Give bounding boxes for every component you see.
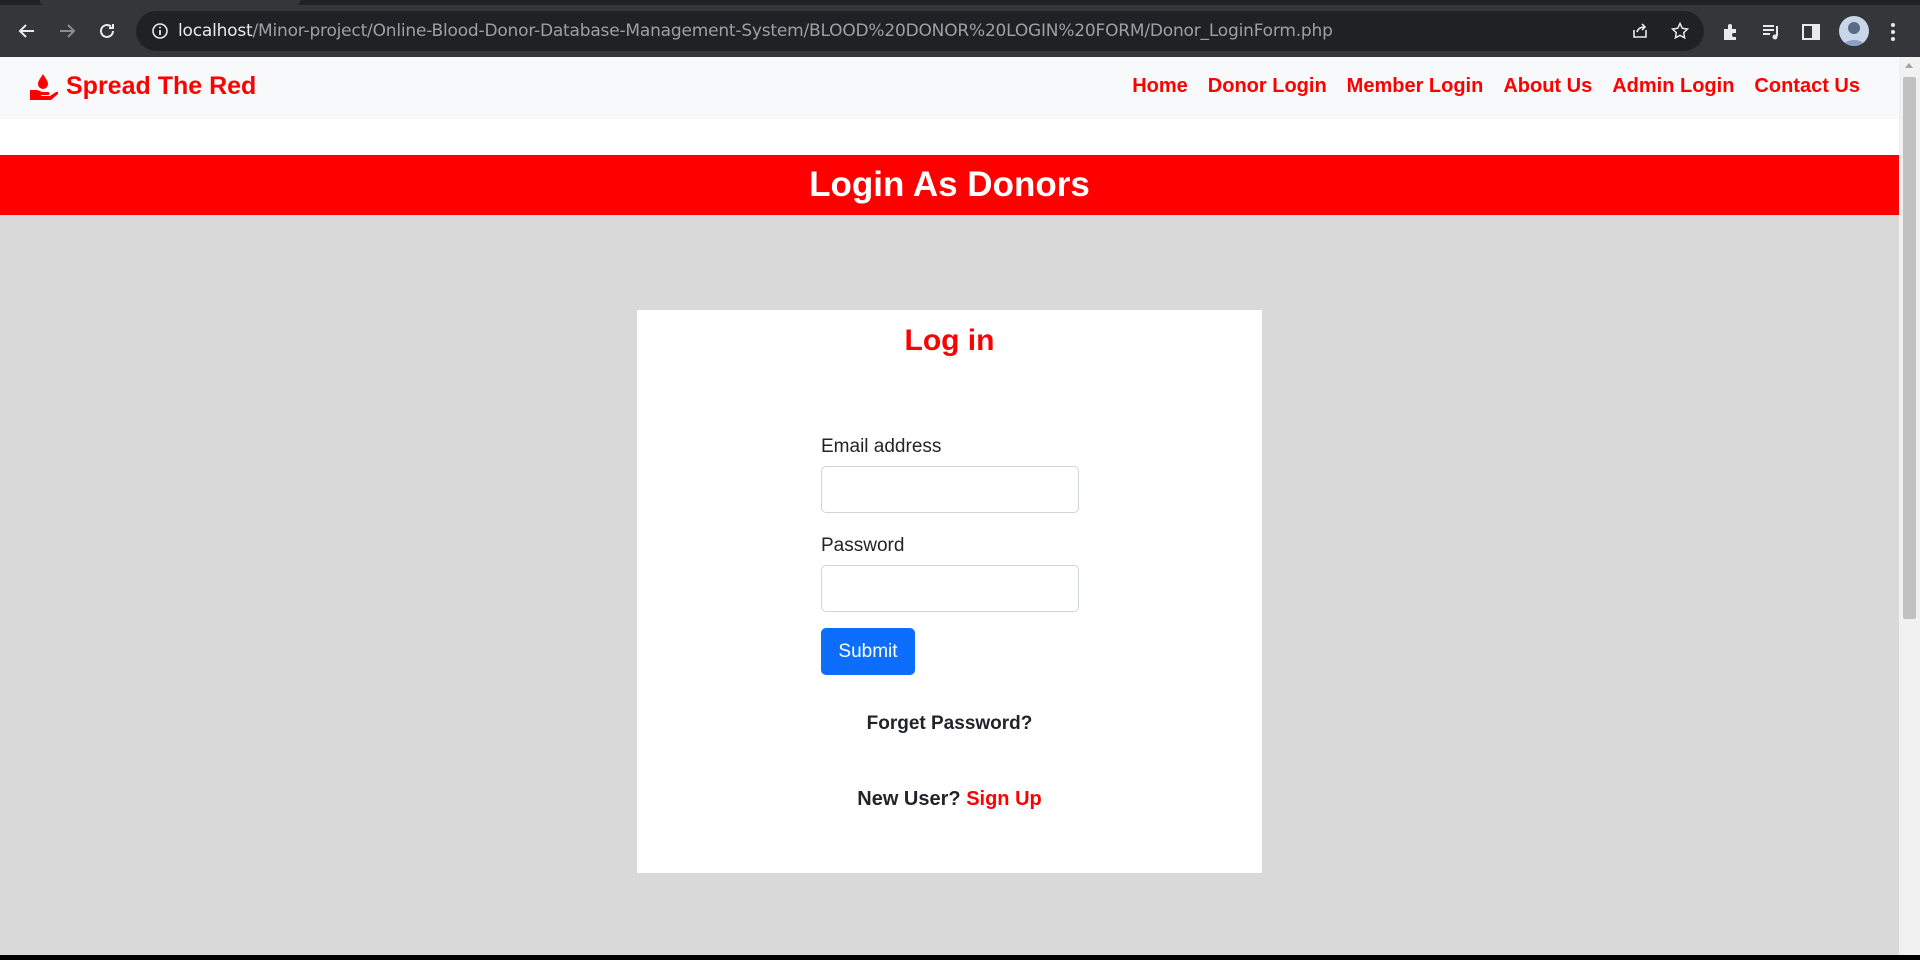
media-queue-icon[interactable] <box>1760 21 1782 43</box>
arrow-right-icon <box>60 24 76 38</box>
url-host: localhost <box>178 21 253 41</box>
navbar-spacer <box>0 119 1899 155</box>
nav-links: Home Donor Login Member Login About Us A… <box>1132 75 1860 98</box>
site-navbar: Spread The Red Home Donor Login Member L… <box>0 57 1899 119</box>
page-banner: Login As Donors <box>0 155 1899 215</box>
browser-toolbar: localhost/Minor-project/Online-Blood-Don… <box>0 5 1920 57</box>
nav-home[interactable]: Home <box>1132 75 1188 98</box>
password-field[interactable] <box>821 565 1079 612</box>
login-heading: Log in <box>904 324 995 357</box>
more-menu-icon[interactable] <box>1882 21 1904 43</box>
nav-about-us[interactable]: About Us <box>1503 75 1592 98</box>
window-bottom-edge <box>0 955 1920 960</box>
avatar-icon <box>1843 22 1865 46</box>
share-icon[interactable] <box>1630 21 1650 41</box>
login-card: Log in Email address Password Submit For… <box>637 310 1262 873</box>
brand-link[interactable]: Spread The Red <box>28 72 256 101</box>
address-bar[interactable]: localhost/Minor-project/Online-Blood-Don… <box>136 11 1704 51</box>
extensions-icon[interactable] <box>1720 21 1742 43</box>
new-user-row: New User? Sign Up <box>637 788 1262 811</box>
reload-icon <box>100 23 114 38</box>
submit-button[interactable]: Submit <box>821 628 915 675</box>
url-text[interactable]: localhost/Minor-project/Online-Blood-Don… <box>178 21 1333 41</box>
side-panel-icon[interactable] <box>1800 21 1822 43</box>
forget-password-link[interactable]: Forget Password? <box>637 713 1262 735</box>
login-form: Email address Password Submit <box>821 436 1081 675</box>
password-group: Password <box>821 535 1081 612</box>
star-icon[interactable] <box>1670 21 1690 41</box>
back-button[interactable] <box>11 15 43 47</box>
page-scrollbar[interactable] <box>1899 57 1920 955</box>
email-field[interactable] <box>821 466 1079 513</box>
nav-member-login[interactable]: Member Login <box>1347 75 1484 98</box>
password-label: Password <box>821 535 905 556</box>
arrow-left-icon <box>18 24 34 38</box>
email-group: Email address <box>821 436 1081 513</box>
banner-title: Login As Donors <box>809 165 1090 204</box>
info-icon[interactable] <box>150 21 170 41</box>
scroll-up-arrow[interactable] <box>1905 63 1913 68</box>
new-user-text: New User? <box>857 788 961 810</box>
nav-contact-us[interactable]: Contact Us <box>1754 75 1860 98</box>
brand-name: Spread The Red <box>66 72 257 100</box>
hand-holding-drop-icon <box>30 73 58 100</box>
nav-admin-login[interactable]: Admin Login <box>1612 75 1734 98</box>
scrollbar-thumb[interactable] <box>1903 77 1916 619</box>
page-viewport: Spread The Red Home Donor Login Member L… <box>0 57 1899 955</box>
profile-avatar[interactable] <box>1839 16 1869 46</box>
email-label: Email address <box>821 436 942 457</box>
url-path: /Minor-project/Online-Blood-Donor-Databa… <box>252 21 1333 41</box>
reload-button[interactable] <box>91 15 123 47</box>
nav-donor-login[interactable]: Donor Login <box>1208 75 1327 98</box>
signup-link[interactable]: Sign Up <box>966 788 1042 810</box>
forward-button[interactable] <box>51 15 83 47</box>
